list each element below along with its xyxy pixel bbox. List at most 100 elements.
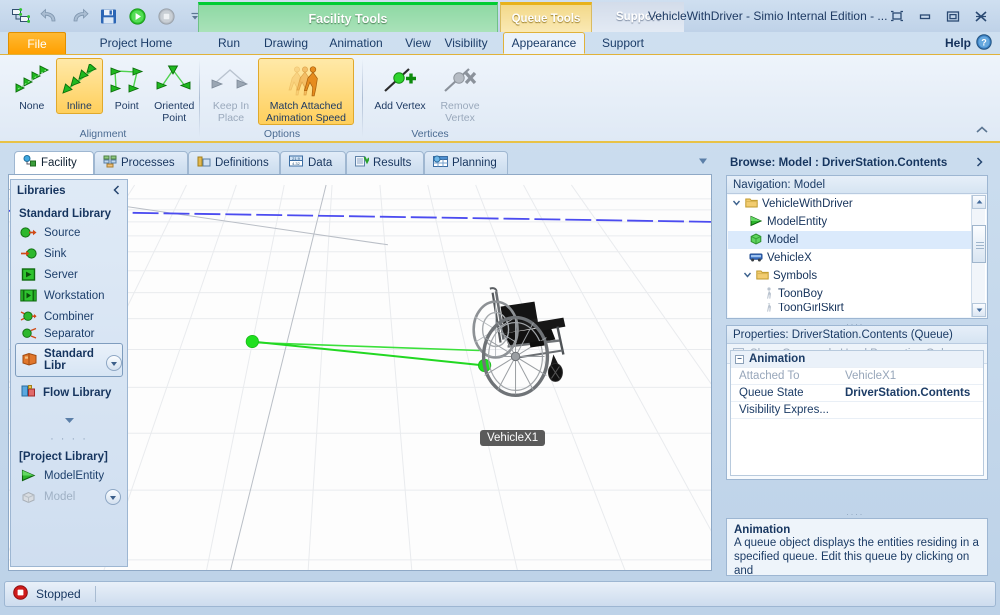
keep-in-place-button[interactable]: Keep In Place [204, 58, 258, 125]
ribbon-tab-project-home[interactable]: Project Home [76, 32, 196, 54]
tab-data-label: Data [308, 157, 333, 169]
standard-library-scroll-down-button[interactable] [106, 355, 122, 371]
status-text: Stopped [36, 587, 81, 601]
scroll-down-icon[interactable] [972, 303, 986, 317]
library-splitter-grip[interactable]: · · · · [11, 433, 127, 445]
align-inline-button[interactable]: Inline [55, 58, 103, 114]
redo-icon[interactable] [66, 4, 92, 28]
collapse-ribbon-icon[interactable] [974, 123, 990, 137]
ribbon-tab-drawing[interactable]: Drawing [254, 32, 318, 54]
library-group-flow[interactable]: Flow Library [15, 380, 123, 405]
ribbon-group-separator-2 [362, 59, 363, 137]
tab-facility-label: Facility [41, 157, 77, 169]
svg-text:4.32: 4.32 [292, 161, 301, 166]
match-animation-speed-button[interactable]: Match Attached Animation Speed [258, 58, 354, 125]
run-icon[interactable] [124, 4, 150, 28]
separator-icon [20, 327, 37, 340]
stop-icon[interactable] [153, 4, 179, 28]
folder-icon [756, 269, 769, 284]
ribbon-tab-row: File Project Home Run Drawing Animation … [0, 32, 1000, 54]
library-more-icon[interactable] [11, 413, 127, 427]
ribbon-group-vertices-title: Vertices [411, 128, 449, 140]
add-vertex-button[interactable]: Add Vertex [370, 58, 430, 114]
tree-expander-icon[interactable] [743, 270, 752, 282]
tree-item-modelentity[interactable]: ModelEntity [728, 213, 986, 231]
quick-access-toolbar [4, 4, 212, 28]
tab-definitions[interactable]: Definitions [188, 151, 280, 175]
tab-planning[interactable]: Planning [424, 151, 508, 175]
property-row-visibility-expression[interactable]: Visibility Expres... [731, 402, 983, 419]
chevron-right-icon[interactable] [975, 156, 984, 170]
ribbon-tab-support[interactable]: Support [592, 32, 654, 54]
library-item-modelentity[interactable]: ModelEntity [11, 465, 127, 486]
tab-facility[interactable]: Facility [14, 151, 94, 175]
align-none-button[interactable]: None [8, 58, 56, 114]
chevron-left-icon[interactable] [112, 184, 121, 198]
close-window-icon[interactable] [968, 6, 994, 26]
help-area: Help ? [945, 32, 992, 54]
navigation-panel: Navigation: Model VehicleWithDriver Mode… [726, 175, 988, 319]
scroll-up-icon[interactable] [972, 195, 986, 209]
ribbon-tab-animation[interactable]: Animation [318, 32, 394, 54]
ribbon-tab-appearance[interactable]: Appearance [503, 32, 585, 54]
ribbon-group-alignment-title: Alignment [79, 128, 127, 140]
tree-item-vehiclewithdriver[interactable]: VehicleWithDriver [728, 195, 986, 213]
ribbon-tab-visibility[interactable]: Visibility [432, 32, 500, 54]
minimize-window-icon[interactable] [912, 6, 938, 26]
server-icon [20, 267, 37, 282]
property-help-title: Animation [734, 524, 791, 536]
library-item-workstation[interactable]: Workstation [11, 285, 127, 306]
simio-logo-icon[interactable] [8, 4, 34, 28]
navigation-tree[interactable]: VehicleWithDriver ModelEntity Model Vehi… [728, 195, 986, 317]
save-icon[interactable] [95, 4, 121, 28]
flow-library-icon [21, 384, 36, 401]
tab-planning-label: Planning [452, 157, 497, 169]
tree-item-vehiclex[interactable]: VehicleX [728, 249, 986, 267]
property-row-attached-to[interactable]: Attached To VehicleX1 [731, 368, 983, 385]
properties-grid[interactable]: − Animation Attached To VehicleX1 Queue … [730, 350, 984, 476]
model-entity-icon [20, 468, 37, 483]
collapse-category-icon[interactable]: − [735, 354, 744, 364]
remove-vertex-icon [439, 62, 481, 100]
tree-item-symbols[interactable]: Symbols [728, 267, 986, 285]
library-item-combiner[interactable]: Combiner [11, 306, 127, 327]
tab-results[interactable]: Results [346, 151, 424, 175]
restore-window-icon[interactable] [884, 6, 910, 26]
property-category-key: − Animation [731, 353, 839, 365]
align-oriented-point-label: Oriented Point [154, 100, 195, 124]
facility-tools-label: Facility Tools [308, 11, 388, 26]
ribbon-tab-file[interactable]: File [8, 32, 66, 54]
align-oriented-point-button[interactable]: Oriented Point [151, 58, 199, 125]
undo-icon[interactable] [37, 4, 63, 28]
project-library-title: [Project Library] [19, 451, 108, 463]
library-item-server[interactable]: Server [11, 264, 127, 285]
library-item-source[interactable]: Source [11, 222, 127, 243]
tree-item-toongirlskirt[interactable]: ToonGirlSkirt [728, 303, 986, 312]
property-category-animation[interactable]: − Animation [731, 351, 983, 368]
scrollbar-thumb[interactable] [972, 225, 986, 263]
ribbon-tab-run[interactable]: Run [204, 32, 254, 54]
project-tabs-overflow-icon[interactable] [696, 155, 710, 170]
property-row-queue-state[interactable]: Queue State DriverStation.Contents [731, 385, 983, 402]
tree-item-model[interactable]: Model [728, 231, 986, 249]
tree-item-toonboy[interactable]: ToonBoy [728, 285, 986, 303]
project-library-scroll-down-button[interactable] [105, 489, 121, 505]
sink-icon [20, 246, 37, 261]
remove-vertex-button[interactable]: Remove Vertex [430, 58, 490, 125]
library-item-model[interactable]: Model [11, 486, 127, 508]
vehicle-icon [749, 251, 763, 266]
align-point-button[interactable]: Point [103, 58, 151, 114]
library-item-separator[interactable]: Separator [11, 327, 127, 340]
help-label[interactable]: Help [945, 36, 971, 50]
tab-data[interactable]: 21.9 4.32 Data [280, 151, 346, 175]
library-item-sink[interactable]: Sink [11, 243, 127, 264]
maximize-window-icon[interactable] [940, 6, 966, 26]
tab-processes[interactable]: Processes [94, 151, 188, 175]
navigation-scrollbar[interactable] [971, 195, 986, 317]
tree-item-label: ToonBoy [778, 288, 823, 300]
library-item-sink-label: Sink [44, 247, 67, 260]
help-icon[interactable]: ? [976, 33, 992, 53]
tree-expander-icon[interactable] [732, 198, 741, 210]
combiner-icon [20, 309, 37, 324]
planning-icon [433, 155, 448, 171]
